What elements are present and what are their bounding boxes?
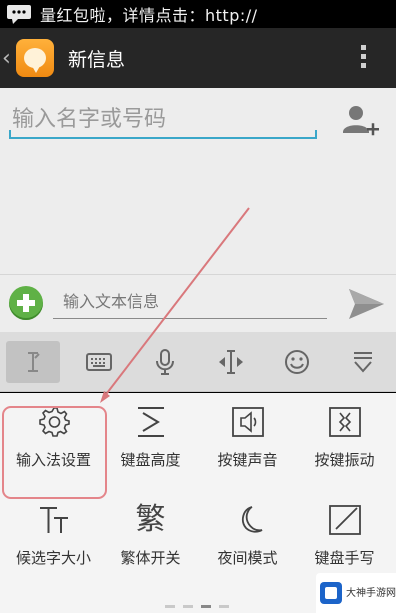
hide-keyboard-icon (354, 351, 372, 373)
message-bubble-icon[interactable] (16, 39, 54, 77)
message-input[interactable] (53, 285, 327, 319)
text-cursor-icon (28, 351, 40, 372)
moon-icon (241, 506, 262, 533)
traditional-switch-button[interactable]: 繁 繁体开关 (101, 491, 200, 591)
font-size-icon (39, 507, 68, 533)
setting-label: 输入法设置 (15, 451, 91, 469)
message-row (0, 274, 396, 332)
keyboard-toolbar (0, 332, 396, 392)
watermark-logo-icon (320, 582, 342, 604)
compose-area (0, 88, 396, 332)
cursor-arrows-icon (219, 349, 243, 374)
hide-keyboard-tool[interactable] (330, 332, 396, 392)
input-method-settings-button[interactable]: 输入法设置 (4, 393, 103, 493)
notification-message-icon (6, 4, 32, 24)
send-icon[interactable] (347, 287, 385, 321)
attach-plus-icon[interactable] (9, 286, 43, 320)
input-underline-tick (9, 130, 11, 139)
watermark-text: 大神手游网 (346, 587, 396, 599)
overflow-menu-icon[interactable] (361, 45, 366, 68)
cursor-move-tool[interactable] (198, 332, 264, 392)
keyboard-tool[interactable] (66, 332, 132, 392)
keyboard-icon (86, 352, 112, 371)
input-underline-tick (315, 130, 317, 139)
night-mode-button[interactable]: 夜间模式 (198, 491, 297, 591)
setting-label: 按键声音 (217, 451, 278, 469)
setting-label: 繁体开关 (120, 549, 181, 567)
candidate-font-size-button[interactable]: 候选字大小 (4, 491, 103, 591)
add-contact-icon[interactable] (340, 104, 380, 140)
pen-square-icon (328, 505, 361, 535)
setting-label: 键盘高度 (120, 451, 181, 469)
page-indicator (165, 605, 229, 608)
setting-label: 键盘手写 (314, 549, 375, 567)
recipient-input[interactable] (9, 101, 317, 139)
text-cursor-tool[interactable] (0, 332, 66, 392)
key-sound-button[interactable]: 按键声音 (198, 393, 297, 493)
vibration-icon (328, 407, 361, 437)
microphone-icon (156, 348, 174, 375)
traditional-char-icon: 繁 (135, 502, 166, 537)
action-bar: ‹ 新信息 (0, 28, 396, 88)
setting-label: 夜间模式 (217, 549, 278, 567)
speaker-icon (231, 407, 264, 437)
keyboard-height-icon (137, 407, 164, 437)
keyboard-height-button[interactable]: 键盘高度 (101, 393, 200, 493)
status-bar: 量红包啦，详情点击：http:// (0, 0, 396, 28)
key-vibration-button[interactable]: 按键振动 (295, 393, 394, 493)
setting-label: 按键振动 (314, 451, 375, 469)
smiley-icon (285, 349, 309, 374)
watermark: 大神手游网 (316, 573, 396, 613)
gear-icon (38, 407, 70, 437)
setting-label: 候选字大小 (15, 549, 91, 567)
emoji-tool[interactable] (264, 332, 330, 392)
page-title: 新信息 (68, 48, 126, 71)
voice-tool[interactable] (132, 332, 198, 392)
chevron-left-icon[interactable]: ‹ (2, 46, 14, 71)
notification-text[interactable]: 量红包啦，详情点击：http:// (40, 2, 258, 26)
